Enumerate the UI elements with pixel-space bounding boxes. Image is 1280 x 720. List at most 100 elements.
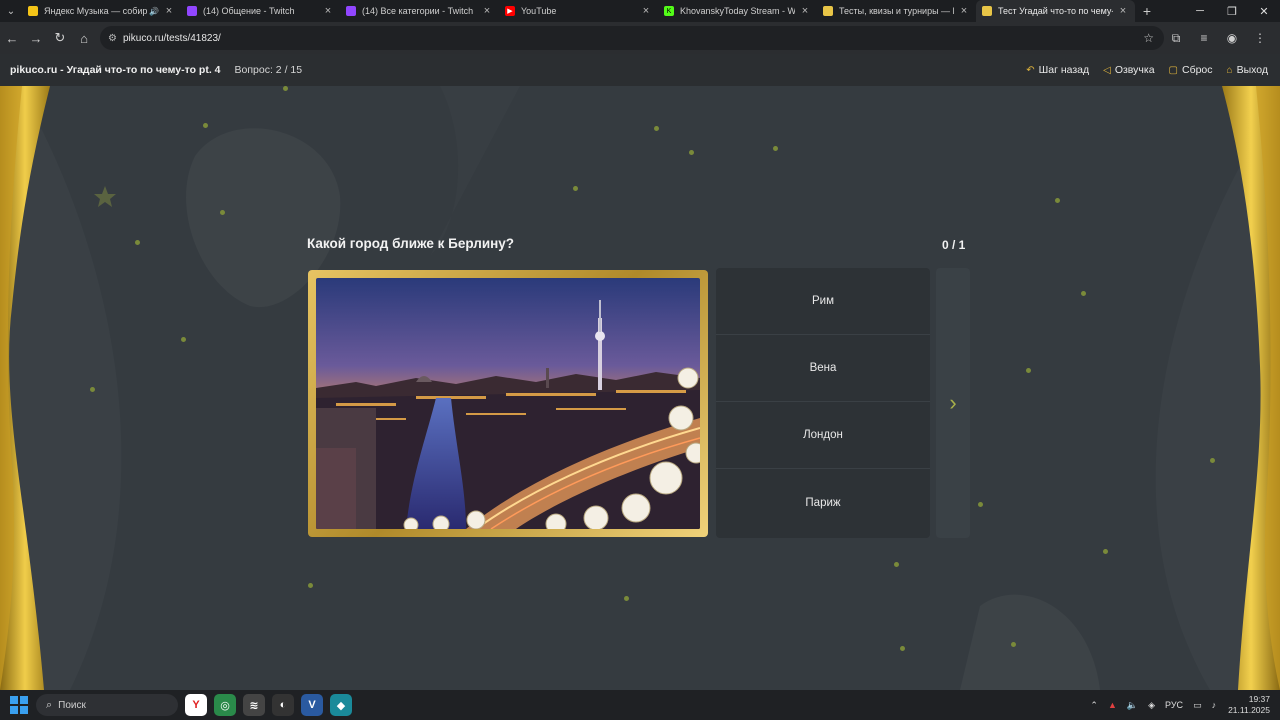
close-tab-icon[interactable]: ×	[322, 5, 334, 17]
decor-dot	[203, 123, 208, 128]
left-curtain	[0, 86, 50, 690]
network-icon[interactable]: ▭	[1193, 700, 1202, 711]
step-back-button[interactable]: ↶ Шаг назад	[1026, 64, 1089, 76]
sound-icon[interactable]: ♪	[1212, 700, 1217, 710]
speaker-icon: ◁	[1103, 64, 1111, 76]
close-tab-icon[interactable]: ×	[799, 5, 811, 17]
extensions-icon[interactable]: ⧉	[1162, 26, 1190, 50]
game-app-icon[interactable]: ◆	[330, 694, 352, 716]
decor-dot	[90, 387, 95, 392]
next-question-button[interactable]: ›	[936, 268, 970, 538]
score-counter: 0 / 1	[942, 238, 966, 252]
voiceover-label: Озвучка	[1114, 64, 1155, 76]
reload-icon[interactable]: ↻	[48, 26, 72, 50]
decor-dot	[1210, 458, 1215, 463]
decor-dot	[978, 502, 983, 507]
tray-warning-icon[interactable]: ▲	[1108, 700, 1117, 710]
question-counter: Вопрос: 2 / 15	[234, 64, 303, 76]
reset-button[interactable]: ▢ Сброс	[1169, 64, 1213, 76]
vpn-app-icon[interactable]: V	[301, 694, 323, 716]
browser-tab[interactable]: (14) Все категории - Twitch ×	[340, 0, 499, 22]
minimize-icon[interactable]: ─	[1184, 0, 1216, 22]
volume-icon[interactable]: 🔈	[1127, 700, 1138, 711]
exit-label: Выход	[1236, 64, 1268, 76]
audio-playing-icon[interactable]: 🔊	[149, 7, 159, 16]
decor-dot	[900, 646, 905, 651]
decor-dot	[220, 210, 225, 215]
close-tab-icon[interactable]: ×	[163, 5, 175, 17]
tab-title: KhovanskyToday Stream - Watc	[680, 6, 795, 16]
tab-search-icon[interactable]: ⌄	[0, 0, 22, 22]
decor-dot	[1081, 291, 1086, 296]
close-tab-icon[interactable]: ×	[1117, 5, 1129, 17]
decor-dot	[689, 150, 694, 155]
decor-dot	[135, 240, 140, 245]
decor-dot	[894, 562, 899, 567]
tray-overflow-icon[interactable]: ⌃	[1090, 700, 1098, 711]
site-info-icon[interactable]: ⚙	[108, 33, 117, 44]
answer-option[interactable]: Рим	[716, 268, 930, 335]
site-header: pikuco.ru - Угадай что-то по чему-то pt.…	[0, 54, 1280, 86]
media-controls-icon[interactable]: ≡	[1190, 26, 1218, 50]
twitch-favicon-icon	[187, 6, 197, 16]
voiceover-button[interactable]: ◁ Озвучка	[1103, 64, 1154, 76]
yandex-browser-icon[interactable]: Y	[185, 694, 207, 716]
berlin-skyline-image	[316, 278, 700, 529]
chevron-right-icon: ›	[949, 390, 957, 415]
decor-dot	[181, 337, 186, 342]
browser-tab[interactable]: Тесты, квизы и турниры — Pik ×	[817, 0, 976, 22]
back-icon[interactable]: ←	[0, 26, 24, 50]
url-field[interactable]: ⚙ pikuco.ru/tests/41823/ ☆	[100, 26, 1164, 50]
close-tab-icon[interactable]: ×	[640, 5, 652, 17]
browser-tab[interactable]: K KhovanskyToday Stream - Watc ×	[658, 0, 817, 22]
start-button[interactable]	[10, 696, 28, 714]
browser-menu-icon[interactable]: ⋮	[1246, 26, 1274, 50]
new-tab-button[interactable]: +	[1135, 3, 1159, 19]
decor-dot	[308, 583, 313, 588]
taskbar-search[interactable]: ⌕ Поиск	[36, 694, 178, 716]
decor-dot	[1011, 642, 1016, 647]
clock-date: 21.11.2025	[1228, 705, 1270, 715]
search-placeholder: Поиск	[58, 699, 86, 711]
question-image	[316, 278, 700, 529]
decor-dot	[573, 186, 578, 191]
tab-title: YouTube	[521, 6, 557, 16]
tab-title: Яндекс Музыка — собираем	[44, 6, 148, 16]
browser-tab-active[interactable]: Тест Угадай что-то по чему-то ×	[976, 0, 1135, 22]
browser-tab[interactable]: Яндекс Музыка — собираем 🔊 ×	[22, 0, 181, 22]
answer-option[interactable]: Вена	[716, 335, 930, 402]
forward-icon[interactable]: →	[24, 26, 48, 50]
profile-avatar-icon[interactable]: ◉	[1218, 26, 1246, 50]
url-text: pikuco.ru/tests/41823/	[122, 32, 221, 44]
chrome-icon[interactable]: ◎	[214, 694, 236, 716]
header-actions: ↶ Шаг назад ◁ Озвучка ▢ Сброс ⌂ Выход	[1012, 54, 1268, 86]
answer-option[interactable]: Лондон	[716, 402, 930, 469]
pikuco-favicon-icon	[982, 6, 992, 16]
tab-title: (14) Общение - Twitch	[203, 6, 295, 16]
system-tray: ⌃ ▲ 🔈 ◈ РУС ▭ ♪ 19:37 21.11.2025	[1080, 690, 1270, 720]
close-window-icon[interactable]: ✕	[1248, 0, 1280, 22]
decor-dot	[624, 596, 629, 601]
browser-tab-strip: ⌄ Яндекс Музыка — собираем 🔊 × (14) Обще…	[0, 0, 1280, 22]
search-icon: ⌕	[46, 698, 53, 711]
exit-button[interactable]: ⌂ Выход	[1227, 64, 1268, 76]
language-indicator[interactable]: РУС	[1165, 700, 1183, 710]
app-stack-icon[interactable]: ≋	[243, 694, 265, 716]
steam-icon[interactable]: ◐	[272, 694, 294, 716]
tray-app-icon[interactable]: ◈	[1148, 700, 1155, 711]
close-tab-icon[interactable]: ×	[958, 5, 970, 17]
restore-icon[interactable]: ❐	[1216, 0, 1248, 22]
clock[interactable]: 19:37 21.11.2025	[1228, 694, 1270, 716]
answer-option[interactable]: Париж	[716, 469, 930, 536]
question-text: Какой город ближе к Берлину?	[307, 236, 515, 251]
browser-tab[interactable]: (14) Общение - Twitch ×	[181, 0, 340, 22]
bookmark-star-icon[interactable]: ☆	[1143, 31, 1154, 45]
browser-tab[interactable]: ▶ YouTube ×	[499, 0, 658, 22]
quiz-stage: Какой город ближе к Берлину? 0 / 1 Рим В…	[0, 86, 1280, 690]
decor-dot	[773, 146, 778, 151]
close-tab-icon[interactable]: ×	[481, 5, 493, 17]
decor-dot	[283, 86, 288, 91]
reset-label: Сброс	[1182, 64, 1213, 76]
home-button-icon[interactable]: ⌂	[72, 26, 96, 50]
twitch-favicon-icon	[346, 6, 356, 16]
